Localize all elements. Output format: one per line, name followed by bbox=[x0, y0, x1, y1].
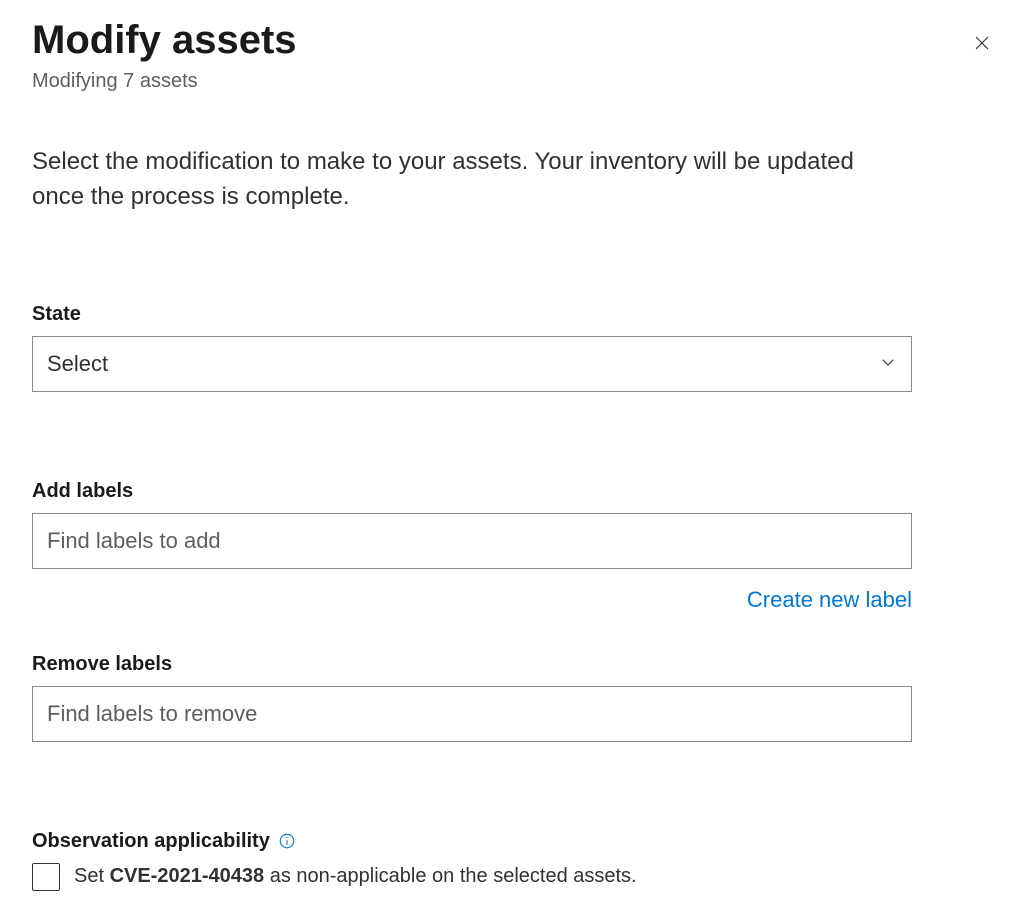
add-labels-input[interactable] bbox=[32, 513, 912, 569]
state-dropdown[interactable]: Select bbox=[32, 336, 912, 392]
observation-checkbox-label: Set CVE-2021-40438 as non-applicable on … bbox=[74, 865, 637, 888]
remove-labels-input[interactable] bbox=[32, 686, 912, 742]
close-button[interactable] bbox=[966, 28, 998, 60]
observation-label: Observation applicability bbox=[32, 830, 998, 853]
remove-labels-label: Remove labels bbox=[32, 653, 998, 676]
observation-checkbox-bold: CVE-2021-40438 bbox=[110, 865, 265, 887]
observation-label-text: Observation applicability bbox=[32, 830, 270, 853]
add-labels-field: Add labels Create new label bbox=[32, 480, 998, 613]
close-icon bbox=[973, 34, 991, 55]
observation-checkbox-suffix: as non-applicable on the selected assets… bbox=[264, 865, 636, 887]
create-new-label-link[interactable]: Create new label bbox=[747, 587, 912, 613]
remove-labels-field: Remove labels bbox=[32, 653, 998, 742]
panel-title: Modify assets bbox=[32, 16, 998, 64]
observation-checkbox-prefix: Set bbox=[74, 865, 110, 887]
observation-field: Observation applicability Set CVE-2021-4… bbox=[32, 830, 998, 891]
panel-description: Select the modification to make to your … bbox=[32, 145, 912, 215]
state-field: State Select bbox=[32, 303, 998, 392]
observation-checkbox[interactable] bbox=[32, 863, 60, 891]
chevron-down-icon bbox=[879, 351, 897, 377]
add-labels-label: Add labels bbox=[32, 480, 998, 503]
observation-checkbox-row: Set CVE-2021-40438 as non-applicable on … bbox=[32, 863, 998, 891]
state-label: State bbox=[32, 303, 998, 326]
modify-assets-panel: Modify assets Modifying 7 assets Select … bbox=[0, 0, 1030, 923]
create-label-row: Create new label bbox=[32, 587, 912, 613]
state-dropdown-value: Select bbox=[47, 351, 108, 377]
info-icon[interactable] bbox=[278, 832, 296, 850]
panel-subtitle: Modifying 7 assets bbox=[32, 70, 998, 93]
